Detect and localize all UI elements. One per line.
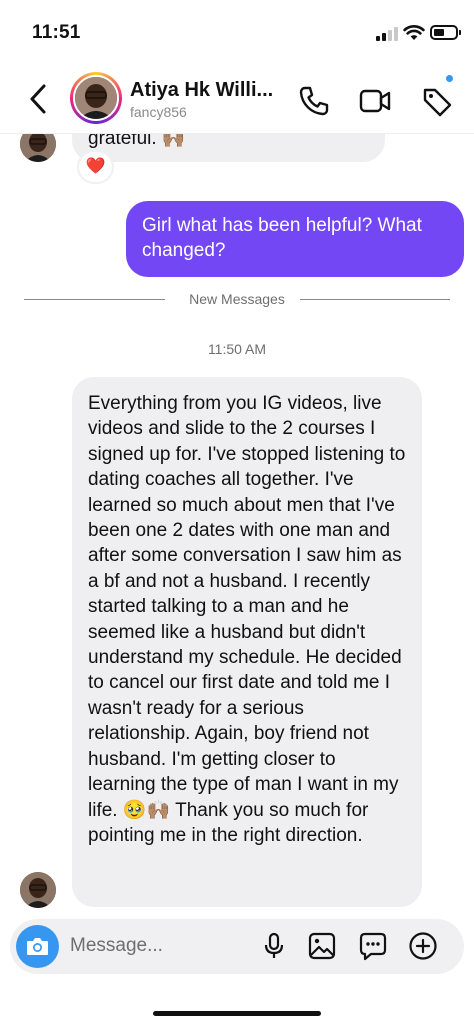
sent-message[interactable]: Girl what has been helpful? What changed… [126,201,464,277]
contact-name[interactable]: Atiya Hk Willi... [130,79,273,102]
back-icon[interactable] [24,82,52,116]
status-bar: 11:51 [0,0,474,62]
status-time: 11:51 [32,22,81,43]
chat-header: Atiya Hk Willi... fancy856 [0,62,474,134]
avatar[interactable] [20,872,56,908]
video-icon[interactable] [358,84,392,118]
wifi-icon [403,25,425,40]
message-composer [10,919,464,974]
profile-avatar-ring[interactable] [70,72,122,124]
home-indicator[interactable] [153,1011,321,1016]
avatar[interactable] [73,75,119,121]
camera-icon [27,938,48,955]
new-messages-divider: New Messages [24,290,450,310]
received-message[interactable]: Everything from you IG videos, live vide… [72,377,422,907]
signal-icon [376,27,398,41]
contact-handle[interactable]: fancy856 [130,104,187,120]
message-input[interactable] [70,932,250,960]
sticker-icon[interactable] [358,931,388,961]
plus-icon[interactable] [408,931,438,961]
gallery-icon[interactable] [307,931,337,961]
heart-reaction[interactable]: ❤️ [77,150,114,184]
tag-icon[interactable] [420,84,454,118]
battery-icon [430,25,461,40]
message-timestamp: 11:50 AM [207,341,267,357]
notification-dot [444,73,455,84]
mic-icon[interactable] [259,931,289,961]
phone-icon[interactable] [297,84,331,118]
camera-button[interactable] [16,925,59,968]
